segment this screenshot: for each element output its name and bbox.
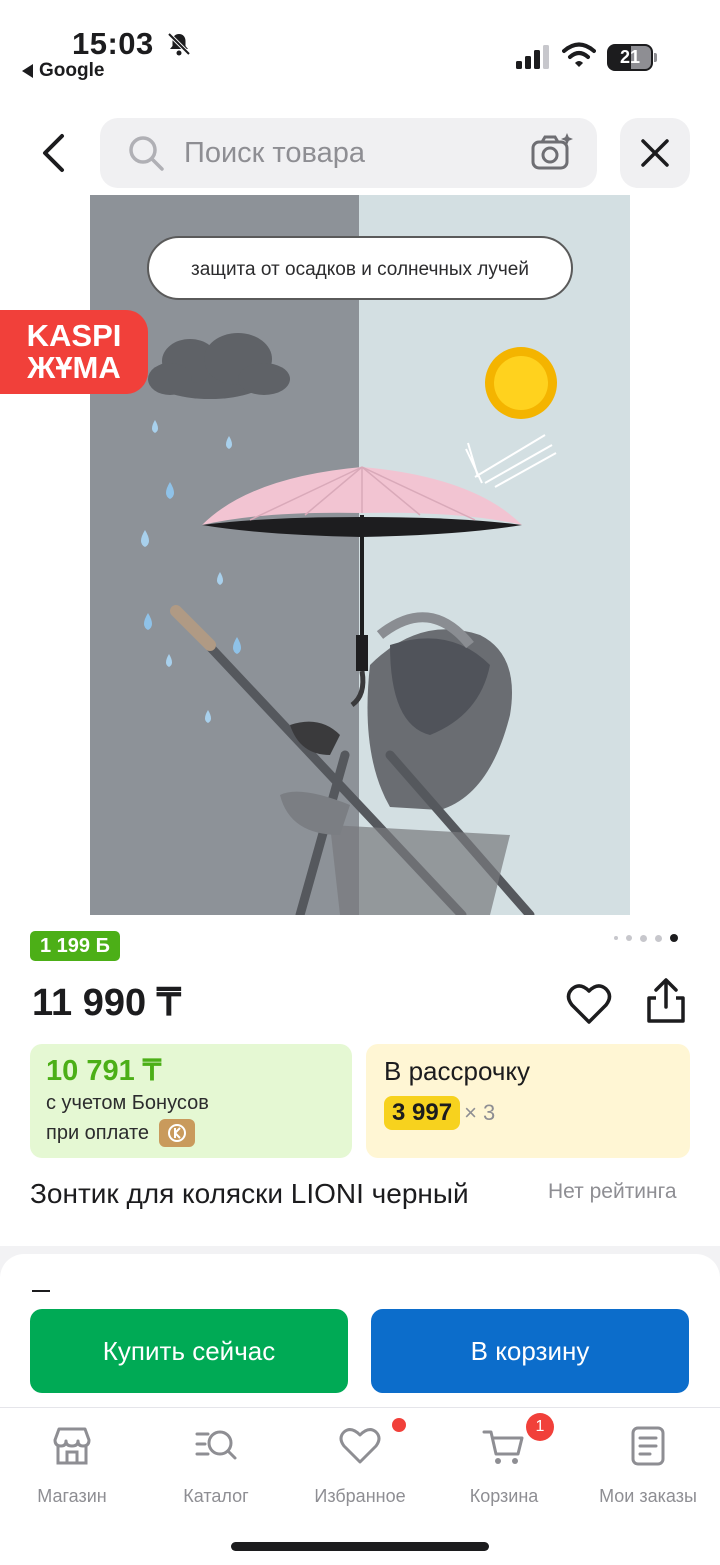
kaspi-logo-icon: [159, 1119, 196, 1147]
battery-indicator: 21: [607, 44, 657, 71]
promo-badge-line2: ЖҰМА: [27, 350, 121, 385]
carousel-dot: [655, 934, 662, 942]
catalog-search-icon: [195, 1430, 237, 1460]
installment-row: 3 997 × 3: [384, 1096, 672, 1130]
add-to-cart-button[interactable]: В корзину: [371, 1309, 689, 1393]
installment-amount: 3 997: [384, 1096, 461, 1130]
promo-badge-line1: KASPI: [26, 318, 122, 353]
installment-title: В рассрочку: [384, 1056, 531, 1086]
tab-shop-label: Магазин: [37, 1486, 107, 1506]
tab-my-orders-label: Мои заказы: [599, 1486, 697, 1506]
share-icon[interactable]: [643, 977, 689, 1025]
image-caption: защита от осадков и солнечных лучей: [191, 259, 529, 280]
bonus-price: 10 791 ₸: [46, 1055, 162, 1087]
orders-icon: [631, 1426, 665, 1466]
tab-catalog[interactable]: Каталог: [144, 1422, 288, 1512]
heart-icon: [339, 1428, 381, 1464]
carousel-dot: [626, 935, 632, 941]
favorites-notification-dot: [392, 1418, 406, 1432]
home-indicator[interactable]: [231, 1542, 489, 1551]
tab-shop[interactable]: Магазин: [0, 1422, 144, 1512]
buy-now-button[interactable]: Купить сейчас: [30, 1309, 348, 1393]
carousel-dot: [614, 936, 618, 940]
product-rating[interactable]: Нет рейтинга: [548, 1180, 677, 1204]
umbrella-stroller-illustration: защита от осадков и солнечных лучей: [90, 195, 630, 915]
product-image[interactable]: защита от осадков и солнечных лучей: [90, 195, 630, 915]
bonus-points-badge: 1 199 Ƃ: [30, 931, 120, 961]
kaspi-juma-badge: KASPI ЖҰМА: [0, 310, 148, 394]
wifi-icon: [562, 42, 596, 67]
carousel-dot: [640, 934, 647, 942]
tab-cart-label: Корзина: [469, 1486, 539, 1506]
shop-icon: [53, 1427, 91, 1465]
cart-icon: [482, 1430, 524, 1464]
tab-cart[interactable]: Корзина: [432, 1422, 576, 1512]
camera-search-icon[interactable]: [530, 132, 574, 174]
back-triangle-icon: [22, 64, 33, 78]
carousel-dot-active: [670, 934, 678, 942]
product-price: 11 990 ₸: [32, 982, 181, 1024]
tab-favorites[interactable]: Избранное: [288, 1422, 432, 1512]
favorite-heart-icon[interactable]: [566, 982, 612, 1026]
carousel-indicator: [614, 934, 678, 942]
back-app-label: Google: [39, 60, 105, 81]
close-icon: [641, 139, 669, 167]
search-header: Поиск товара: [0, 118, 720, 188]
chevron-left-icon: [43, 134, 64, 172]
section-dash: [32, 1290, 50, 1292]
installment-times: × 3: [464, 1100, 496, 1125]
tab-catalog-label: Каталог: [183, 1486, 249, 1506]
product-title: Зонтик для коляски LIONI черный: [30, 1178, 469, 1209]
bonus-note-line2-row: при оплате: [46, 1118, 336, 1148]
cellular-signal-icon: [516, 45, 549, 69]
status-bar: 15:03 Google 21: [0, 0, 720, 92]
search-placeholder: Поиск товара: [184, 137, 365, 169]
search-input[interactable]: Поиск товара: [100, 118, 597, 188]
bonus-note-line2: при оплате: [46, 1122, 150, 1144]
search-icon: [129, 136, 164, 171]
bonus-note-line1: с учетом Бонусов: [46, 1092, 209, 1114]
status-time: 15:03: [72, 26, 154, 61]
battery-level: 21: [619, 47, 641, 67]
bonus-price-card[interactable]: 10 791 ₸ с учетом Бонусов при оплате: [30, 1044, 352, 1158]
tab-favorites-label: Избранное: [314, 1486, 406, 1506]
close-button[interactable]: [620, 118, 690, 188]
bell-muted-icon: [167, 32, 191, 56]
installment-card[interactable]: В рассрочку 3 997 × 3: [366, 1044, 690, 1158]
cart-count-badge: 1: [526, 1413, 554, 1441]
tab-my-orders[interactable]: Мои заказы: [576, 1422, 720, 1512]
back-button[interactable]: [24, 118, 82, 188]
back-to-app-link[interactable]: Google: [22, 60, 104, 82]
